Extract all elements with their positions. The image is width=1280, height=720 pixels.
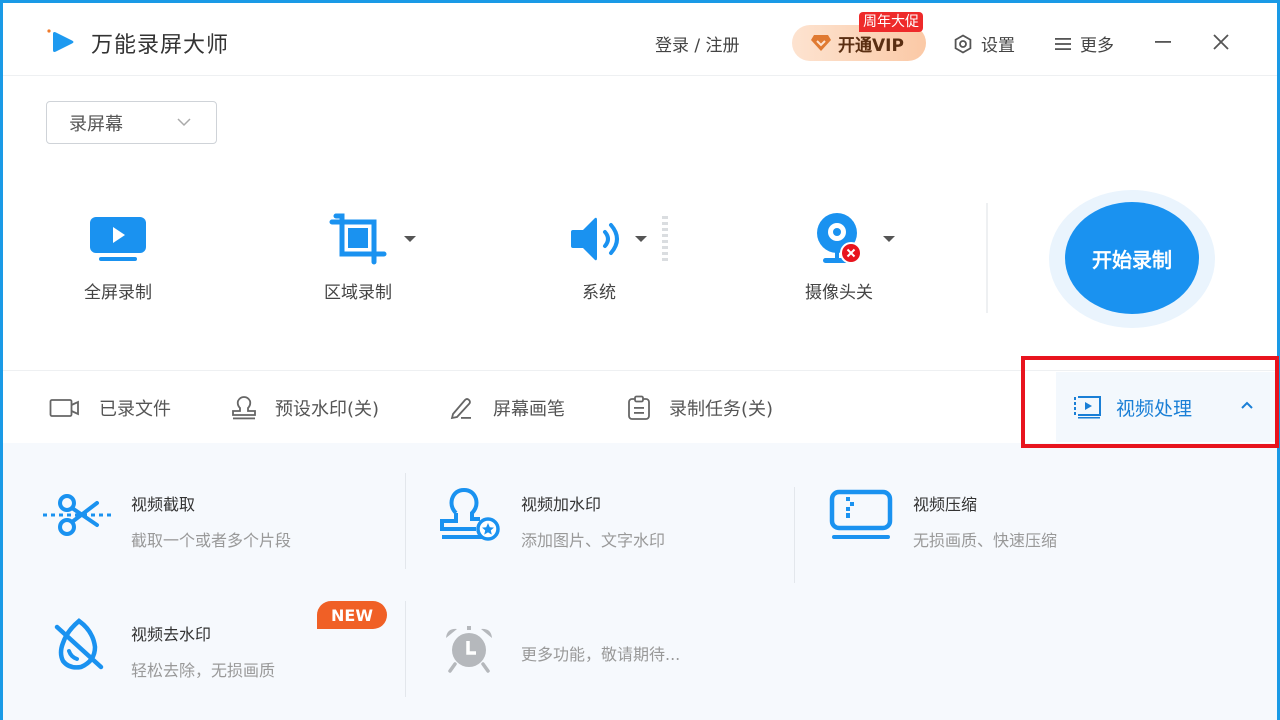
feature-desc: 轻松去除，无损画质 xyxy=(131,661,276,680)
clipboard-icon xyxy=(628,395,650,420)
title-bar: 万能录屏大师 登录 / 注册 开通VIP 周年大促 设置 更多 xyxy=(3,3,1277,76)
region-record-label: 区域录制 xyxy=(324,283,392,303)
close-icon xyxy=(1213,34,1229,50)
video-processing-label: 视频处理 xyxy=(1116,397,1193,420)
vip-label: 开通VIP xyxy=(838,35,904,56)
camera-label: 摄像头关 xyxy=(805,283,873,303)
feature-add-watermark[interactable]: 视频加水印 添加图片、文字水印 xyxy=(429,485,665,551)
volume-meter xyxy=(662,216,668,264)
more-menu-button[interactable]: 更多 xyxy=(1054,31,1114,56)
speaker-icon xyxy=(571,217,619,261)
menu-icon xyxy=(1055,37,1071,50)
camera-tool[interactable]: 摄像头关 xyxy=(759,208,919,303)
settings-label: 设置 xyxy=(981,36,1015,56)
camera-dropdown-arrow[interactable] xyxy=(883,236,895,242)
monitor-play-icon xyxy=(90,217,146,261)
screen-pen-label: 屏幕画笔 xyxy=(493,399,565,420)
feature-desc: 无损画质、快速压缩 xyxy=(913,531,1058,550)
feature-desc: 添加图片、文字水印 xyxy=(521,531,666,550)
feature-remove-watermark[interactable]: 视频去水印 轻松去除，无损画质 xyxy=(39,615,275,681)
minimize-button[interactable] xyxy=(1148,27,1178,57)
settings-icon xyxy=(954,33,972,54)
new-badge: NEW xyxy=(317,601,387,629)
scissors-icon xyxy=(43,494,115,536)
system-audio-tool[interactable]: 系统 xyxy=(519,208,679,303)
recorded-files-button[interactable]: 已录文件 xyxy=(49,395,171,421)
record-tasks-label: 录制任务(关) xyxy=(669,399,774,420)
fullscreen-record-label: 全屏录制 xyxy=(84,283,152,303)
preset-watermark-label: 预设水印(关) xyxy=(275,399,380,420)
chevron-up-icon xyxy=(1241,401,1253,409)
video-processing-tab[interactable]: 视频处理 xyxy=(1056,372,1278,442)
feature-title: 视频加水印 xyxy=(521,495,602,514)
alarm-clock-icon xyxy=(446,626,492,673)
region-dropdown-arrow[interactable] xyxy=(404,236,416,242)
audio-dropdown-arrow[interactable] xyxy=(635,236,647,242)
login-register-link[interactable]: 登录 / 注册 xyxy=(655,31,740,56)
feature-compress[interactable]: 视频压缩 无损画质、快速压缩 xyxy=(821,485,1057,551)
more-label: 更多 xyxy=(1080,36,1114,56)
system-audio-label: 系统 xyxy=(582,283,616,303)
compress-icon xyxy=(829,489,893,539)
settings-button[interactable]: 设置 xyxy=(953,31,1015,56)
toolbar-divider xyxy=(986,203,988,313)
pen-icon xyxy=(450,398,471,420)
record-mode-value: 录屏幕 xyxy=(69,113,123,135)
region-record-tool[interactable]: 区域录制 xyxy=(278,208,438,303)
start-record-button[interactable]: 开始录制 xyxy=(1065,202,1199,314)
close-button[interactable] xyxy=(1206,27,1236,57)
remove-watermark-icon xyxy=(54,618,104,670)
fullscreen-record-tool[interactable]: 全屏录制 xyxy=(38,208,198,303)
screen-pen-button[interactable]: 屏幕画笔 xyxy=(449,395,565,421)
app-title: 万能录屏大师 xyxy=(91,33,230,58)
feature-divider xyxy=(405,601,406,697)
vip-gem-icon xyxy=(811,35,831,51)
preset-watermark-button[interactable]: 预设水印(关) xyxy=(231,395,379,421)
feature-title: 视频去水印 xyxy=(131,625,212,644)
feature-video-cut[interactable]: 视频截取 截取一个或者多个片段 xyxy=(39,485,291,551)
app-window: 万能录屏大师 登录 / 注册 开通VIP 周年大促 设置 更多 录屏幕 全屏录制… xyxy=(0,0,1280,720)
crop-icon xyxy=(329,213,387,265)
video-play-icon xyxy=(1074,396,1101,419)
webcam-off-icon xyxy=(817,213,862,264)
stamp-star-icon xyxy=(440,487,500,541)
record-mode-select[interactable]: 录屏幕 xyxy=(46,101,217,144)
record-tasks-button[interactable]: 录制任务(关) xyxy=(627,395,773,421)
video-folder-icon xyxy=(49,399,79,417)
promo-badge: 周年大促 xyxy=(859,12,923,32)
feature-coming-soon: 更多功能，敬请期待... xyxy=(429,619,680,679)
app-logo-icon xyxy=(47,29,74,52)
minimize-icon xyxy=(1155,41,1171,43)
coming-soon-text: 更多功能，敬请期待... xyxy=(521,645,681,664)
recorded-files-label: 已录文件 xyxy=(99,399,171,420)
chevron-down-icon xyxy=(177,118,191,127)
feature-desc: 截取一个或者多个片段 xyxy=(131,531,292,550)
action-bar: 已录文件 预设水印(关) 屏幕画笔 录制任务(关) 视频处理 xyxy=(3,370,1278,442)
feature-divider xyxy=(405,473,406,569)
feature-title: 视频压缩 xyxy=(913,495,978,514)
feature-title: 视频截取 xyxy=(131,495,196,514)
feature-divider xyxy=(794,487,795,583)
stamp-icon xyxy=(232,396,256,420)
